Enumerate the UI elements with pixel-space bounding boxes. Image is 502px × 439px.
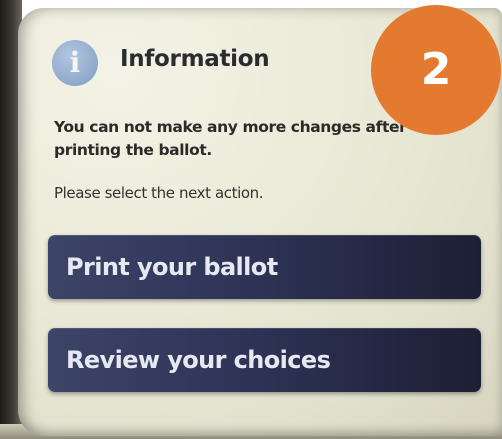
info-icon: i <box>52 40 98 86</box>
instruction-message: Please select the next action. <box>54 184 264 202</box>
print-ballot-button[interactable]: Print your ballot <box>48 235 481 299</box>
photo-frame: i Information You can not make any more … <box>0 0 502 439</box>
dialog-title: Information <box>120 46 270 72</box>
review-choices-button[interactable]: Review your choices <box>48 328 481 392</box>
warning-message: You can not make any more changes after … <box>54 118 407 159</box>
step-number-badge: 2 <box>371 5 501 135</box>
